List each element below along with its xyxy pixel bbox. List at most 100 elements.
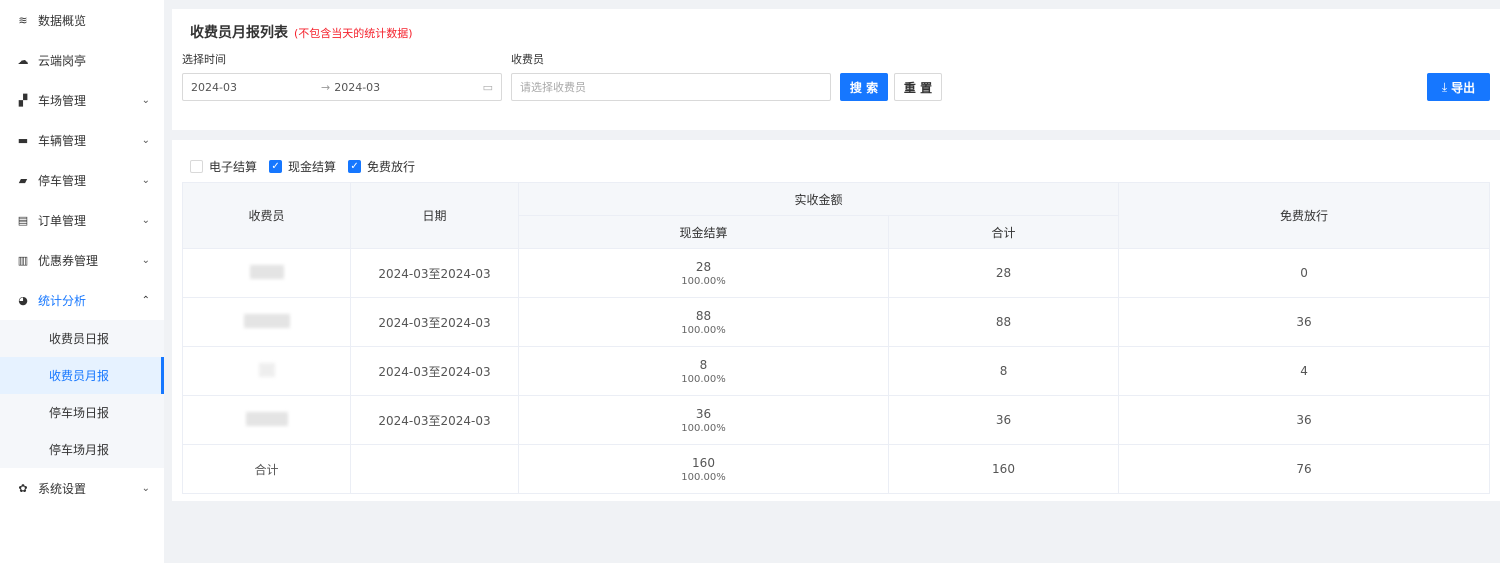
search-button[interactable]: 搜 索 <box>840 73 888 101</box>
report-table: 收费员 日期 实收金额 免费放行 现金结算 合计 2024-03至2024-03… <box>182 182 1491 494</box>
summary-date <box>350 444 519 494</box>
sidebar-item-label: 统计分析 <box>38 293 87 308</box>
table-row: 2024-03至2024-03 28 100.00% 28 0 <box>182 248 1491 298</box>
summary-label: 合计 <box>182 444 351 494</box>
table-row: 2024-03至2024-03 8 100.00% 8 4 <box>182 346 1491 396</box>
sidebar-item-label: 优惠券管理 <box>38 253 99 268</box>
reset-button[interactable]: 重 置 <box>894 73 942 101</box>
redacted-name <box>243 313 290 328</box>
sidebar-item-vehicle-management[interactable]: ▬ 车辆管理 ⌄ <box>0 120 164 160</box>
date-cell: 2024-03至2024-03 <box>350 395 519 445</box>
checkbox-electronic[interactable]: 电子结算 <box>190 158 257 175</box>
redacted-name <box>249 264 284 279</box>
cash-percent: 100.00% <box>681 373 726 385</box>
arrow-right-icon: → <box>321 80 331 94</box>
header-date: 日期 <box>350 182 519 249</box>
clipboard-icon: ▤ <box>17 213 29 227</box>
ticket-icon: ▥ <box>17 253 29 267</box>
free-cell: 4 <box>1118 346 1491 396</box>
chevron-down-icon: ⌄ <box>141 134 150 146</box>
pie-chart-icon: ◕ <box>18 293 28 307</box>
free-cell: 36 <box>1118 395 1491 445</box>
page-note: (不包含当天的统计数据) <box>294 27 413 40</box>
free-cell: 0 <box>1118 248 1491 298</box>
page-title: 收费员月报列表 (不包含当天的统计数据) <box>190 22 413 42</box>
sidebar-item-statistics[interactable]: ◕ 统计分析 ⌃ <box>0 280 164 320</box>
cash-value: 36 <box>695 406 712 421</box>
chevron-down-icon: ⌄ <box>141 254 150 266</box>
checkbox-free-release[interactable]: ✓ 免费放行 <box>348 158 415 175</box>
header-received: 实收金额 <box>517 182 1120 216</box>
submenu-item-lot-daily[interactable]: 停车场日报 <box>0 394 164 431</box>
sidebar-item-data-overview[interactable]: ≋ 数据概览 <box>0 0 164 40</box>
sidebar-item-parking-management[interactable]: ▰ 停车管理 ⌄ <box>0 160 164 200</box>
checkbox-label: 免费放行 <box>367 160 416 174</box>
checkmark-icon[interactable]: ✓ <box>269 160 283 173</box>
sidebar-item-label: 订单管理 <box>38 213 87 228</box>
submenu-item-lot-monthly[interactable]: 停车场月报 <box>0 431 164 468</box>
cash-value: 160 <box>692 455 715 470</box>
submenu-item-collector-daily[interactable]: 收费员日报 <box>0 320 164 357</box>
time-label: 选择时间 <box>182 53 226 66</box>
summary-total: 160 <box>887 444 1120 494</box>
redacted-name <box>245 411 288 426</box>
binoculars-icon: ▞ <box>18 93 28 107</box>
checkbox-label: 现金结算 <box>288 160 337 174</box>
header-total: 合计 <box>887 215 1120 249</box>
export-button[interactable]: ⤓ 导出 <box>1427 73 1490 101</box>
sidebar-item-label: 车辆管理 <box>38 133 87 148</box>
statistics-submenu: 收费员日报 收费员月报 停车场日报 停车场月报 <box>0 320 164 468</box>
collector-cell <box>182 395 351 445</box>
free-cell: 36 <box>1118 297 1491 347</box>
collector-select[interactable] <box>511 73 831 101</box>
sidebar-item-label: 车场管理 <box>38 93 87 108</box>
report-panel: 电子结算 ✓ 现金结算 ✓ 免费放行 收费员 日期 实收金额 免费放行 现金结算… <box>172 140 1500 501</box>
cash-cell: 8 100.00% <box>518 346 889 396</box>
sidebar: ≋ 数据概览 ☁ 云端岗亭 ▞ 车场管理 ⌄ ▬ 车辆管理 ⌄ ▰ 停车管理 ⌄… <box>0 0 164 563</box>
header-cash: 现金结算 <box>518 215 889 249</box>
checkbox-label: 电子结算 <box>209 160 258 174</box>
gear-icon: ✿ <box>18 481 28 495</box>
header-free-release: 免费放行 <box>1118 182 1491 249</box>
sidebar-item-label: 数据概览 <box>38 13 87 28</box>
sidebar-item-coupon-management[interactable]: ▥ 优惠券管理 ⌄ <box>0 240 164 280</box>
summary-row: 合计 160 100.00% 160 76 <box>182 444 1491 494</box>
cash-cell: 88 100.00% <box>518 297 889 347</box>
settlement-filter: 电子结算 ✓ 现金结算 ✓ 免费放行 <box>190 158 427 175</box>
range-start[interactable]: 2024-03 <box>191 81 321 94</box>
sidebar-item-order-management[interactable]: ▤ 订单管理 ⌄ <box>0 200 164 240</box>
collector-cell <box>182 248 351 298</box>
collector-label: 收费员 <box>511 53 544 66</box>
calendar-icon: ▭ <box>482 80 493 94</box>
chevron-down-icon: ⌄ <box>141 214 150 226</box>
range-end[interactable]: 2024-03 <box>334 81 482 94</box>
date-cell: 2024-03至2024-03 <box>350 248 519 298</box>
submenu-item-collector-monthly[interactable]: 收费员月报 <box>0 357 164 394</box>
sidebar-item-cloud-booth[interactable]: ☁ 云端岗亭 <box>0 40 164 80</box>
cash-value: 28 <box>695 259 712 274</box>
checkbox-box[interactable] <box>190 160 203 173</box>
main-content: 收费员月报列表 (不包含当天的统计数据) 选择时间 收费员 2024-03 → 2… <box>164 0 1500 563</box>
sidebar-item-parking-lot-management[interactable]: ▞ 车场管理 ⌄ <box>0 80 164 120</box>
redacted-name <box>258 362 275 377</box>
chevron-down-icon: ⌄ <box>141 174 150 186</box>
sidebar-item-label: 系统设置 <box>38 481 87 496</box>
month-range-picker[interactable]: 2024-03 → 2024-03 ▭ <box>182 73 502 101</box>
chevron-down-icon: ⌄ <box>141 94 150 106</box>
parking-car-icon: ▰ <box>18 173 28 187</box>
cash-percent: 100.00% <box>681 324 726 336</box>
collector-cell <box>182 346 351 396</box>
sidebar-item-system-settings[interactable]: ✿ 系统设置 ⌄ <box>0 468 164 508</box>
checkbox-cash[interactable]: ✓ 现金结算 <box>269 158 336 175</box>
car-icon: ▬ <box>17 133 29 147</box>
checkmark-icon[interactable]: ✓ <box>348 160 362 173</box>
table-row: 2024-03至2024-03 88 100.00% 88 36 <box>182 297 1491 347</box>
total-cell: 8 <box>887 346 1120 396</box>
layers-icon: ≋ <box>18 13 28 27</box>
header-collector: 收费员 <box>182 182 351 249</box>
chevron-down-icon: ⌄ <box>141 482 150 494</box>
total-cell: 28 <box>887 248 1120 298</box>
date-cell: 2024-03至2024-03 <box>350 297 519 347</box>
cloud-icon: ☁ <box>17 53 29 67</box>
sidebar-item-label: 云端岗亭 <box>38 53 87 68</box>
